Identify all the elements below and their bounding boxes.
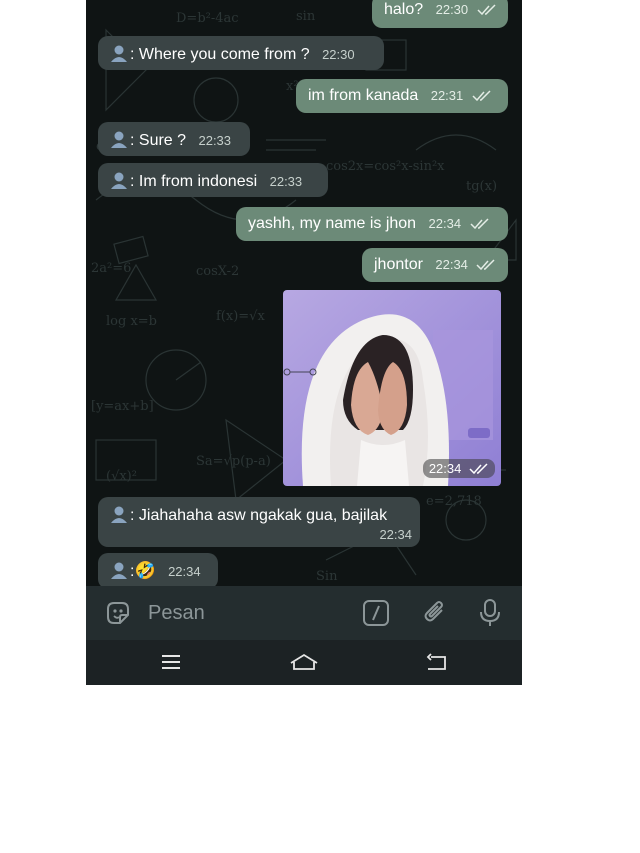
user-avatar-icon [111, 45, 127, 62]
message-text: Jiahahaha asw ngakak gua, bajilak [138, 507, 388, 524]
svg-text:[y=ax+b]: [y=ax+b] [91, 399, 154, 414]
user-avatar-icon [111, 506, 127, 523]
message-time: 22:31 [430, 88, 464, 103]
svg-text:e=2,718: e=2,718 [426, 494, 482, 509]
svg-text:tg(x): tg(x) [466, 179, 497, 194]
double-check-icon [469, 463, 488, 474]
user-avatar-icon [111, 131, 127, 148]
message-bubble-incoming[interactable]: : Sure ? 22:33 [98, 122, 250, 156]
svg-text:f(x)=√x: f(x)=√x [216, 309, 265, 324]
photo-image [283, 290, 501, 486]
message-input[interactable]: Pesan [148, 602, 205, 625]
user-avatar-icon [111, 172, 127, 189]
microphone-icon[interactable] [478, 598, 502, 628]
message-time: 22:34 [428, 216, 462, 231]
message-prefix: : [130, 173, 139, 190]
message-text: yashh, my name is jhon [248, 215, 417, 232]
svg-text:log x=b: log x=b [106, 314, 157, 329]
message-bubble-incoming[interactable]: :🤣 22:34 [98, 553, 218, 589]
svg-text:Sa=√p(p-a): Sa=√p(p-a) [196, 454, 271, 469]
message-text: jhontor [374, 256, 423, 273]
paperclip-icon[interactable] [420, 598, 450, 628]
message-prefix: : [130, 46, 139, 63]
photo-timestamp: 22:34 [422, 459, 495, 478]
svg-text:cos2x=cos²x-sin²x: cos2x=cos²x-sin²x [326, 159, 445, 174]
message-composer: Pesan [86, 586, 522, 640]
message-bubble-outgoing[interactable]: halo? 22:30 [372, 0, 508, 28]
message-text: halo? [384, 1, 424, 18]
message-prefix: : [130, 132, 139, 149]
message-bubble-outgoing[interactable]: im from kanada 22:31 [296, 79, 508, 113]
message-time: 22:34 [168, 564, 201, 579]
double-check-icon [470, 218, 489, 229]
home-icon[interactable] [289, 652, 319, 672]
photo-message[interactable]: 22:34 [283, 290, 501, 486]
message-time: 22:33 [269, 174, 303, 189]
message-text: Sure ? [138, 132, 187, 149]
message-text: Where you come from ? [138, 46, 310, 63]
emoji: 🤣 [134, 561, 156, 580]
svg-text:Sin: Sin [316, 569, 338, 584]
svg-text:cosX-2: cosX-2 [196, 264, 239, 279]
back-icon[interactable] [425, 652, 449, 672]
message-bubble-outgoing[interactable]: jhontor 22:34 [362, 248, 508, 282]
svg-text:2a²=6: 2a²=6 [91, 261, 131, 276]
message-text: im from kanada [308, 87, 419, 104]
phone-screen: D=b²-4ac sin e=2,718 x²+y² cos2x=cos²x-s… [86, 0, 522, 685]
sticker-icon[interactable] [104, 599, 132, 627]
message-bubble-incoming[interactable]: : Jiahahaha asw ngakak gua, bajilak 22:3… [98, 497, 420, 547]
svg-text:D=b²-4ac: D=b²-4ac [176, 11, 239, 26]
message-time: 22:34 [435, 257, 468, 272]
message-time: 22:34 [379, 527, 412, 542]
svg-text:sin: sin [296, 9, 316, 24]
double-check-icon [477, 4, 496, 15]
message-prefix: : [130, 507, 139, 524]
message-bubble-incoming[interactable]: : Im from indonesi 22:33 [98, 163, 328, 197]
double-check-icon [476, 259, 495, 270]
slash-command-icon[interactable] [362, 599, 390, 627]
message-bubble-outgoing[interactable]: yashh, my name is jhon 22:34 [236, 207, 508, 241]
user-avatar-icon [111, 562, 127, 579]
message-time: 22:30 [435, 2, 469, 17]
message-bubble-incoming[interactable]: : Where you come from ? 22:30 [98, 36, 384, 70]
svg-text:(√x)²: (√x)² [106, 469, 137, 484]
double-check-icon [472, 90, 491, 101]
message-time: 22:34 [428, 461, 462, 476]
message-text: Im from indonesi [138, 173, 258, 190]
menu-icon[interactable] [160, 653, 182, 671]
system-navigation-bar [86, 640, 522, 685]
message-time: 22:30 [322, 47, 355, 62]
message-time: 22:33 [198, 133, 232, 148]
